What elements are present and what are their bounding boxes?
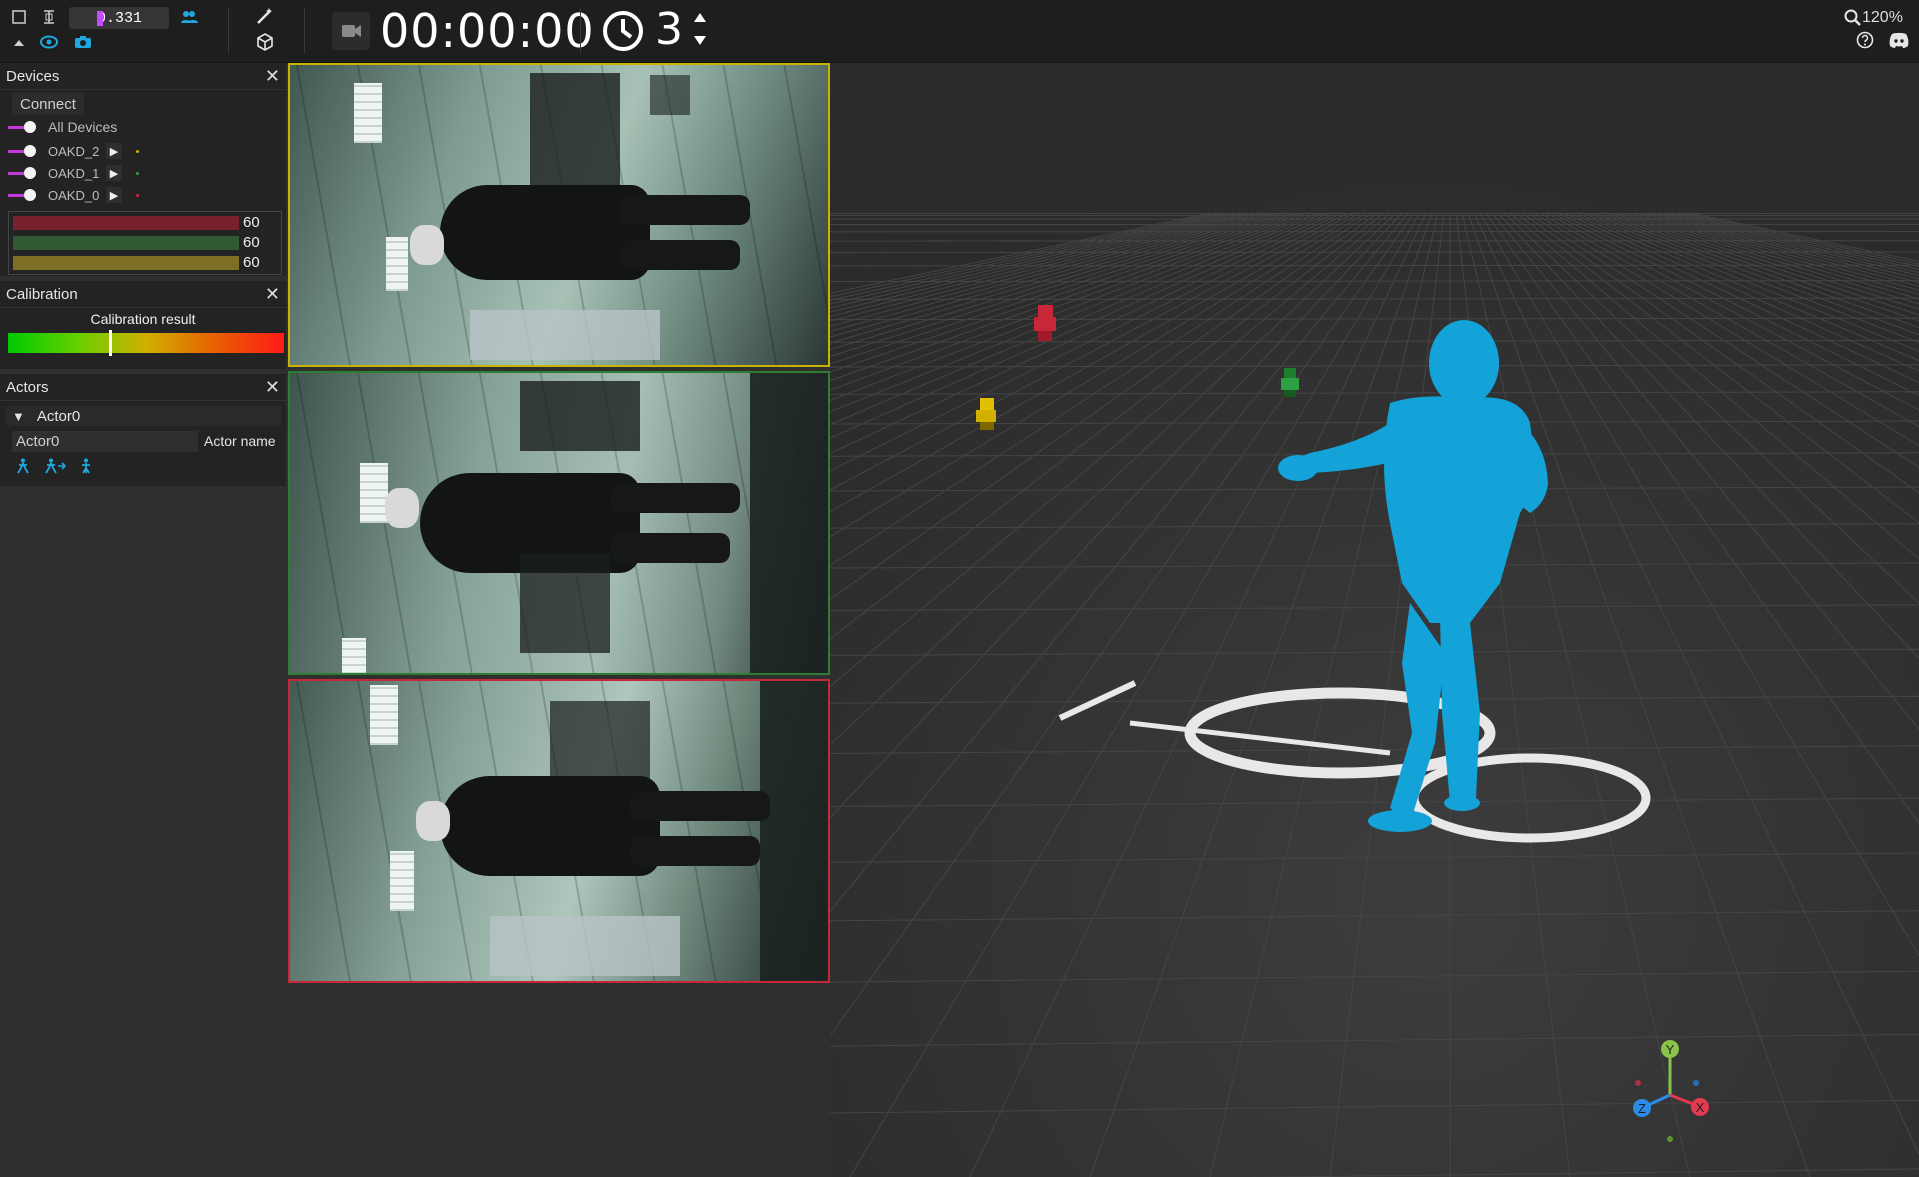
device-name: OAKD_2 <box>48 143 100 159</box>
axis-y-label: Y <box>1666 1042 1675 1057</box>
camera-feed-oakd-0[interactable] <box>288 679 830 983</box>
device-name: OAKD_1 <box>48 165 100 181</box>
devices-panel-header: Devices ✕ <box>0 63 286 90</box>
separator <box>304 8 305 54</box>
standing-person-icon[interactable] <box>80 458 92 478</box>
connect-button[interactable]: Connect <box>12 93 84 115</box>
all-devices-row: All Devices <box>8 117 117 137</box>
separator <box>228 8 229 54</box>
devices-panel: Devices ✕ Connect All Devices OAKD_2 ▶ O… <box>0 63 286 276</box>
actor-name-input[interactable]: Actor0 <box>12 431 198 452</box>
grid-line <box>830 251 1919 253</box>
fps-value: 60 <box>243 214 260 231</box>
recording-timer: 00:00:00 <box>380 4 595 58</box>
top-toolbar: 0.331 00:00:00 3 120% <box>0 0 1919 63</box>
video-camera-icon <box>342 25 361 37</box>
all-devices-label: All Devices <box>48 119 118 135</box>
calibration-panel: Calibration ✕ Calibration result <box>0 281 286 369</box>
fps-bar <box>13 216 239 230</box>
actor-tree-label: Actor0 <box>36 407 81 425</box>
device-toggle[interactable] <box>8 167 38 179</box>
text-cursor <box>97 11 103 26</box>
fps-bar <box>13 236 239 250</box>
calibration-result-marker <box>109 330 113 356</box>
actor-tree-item[interactable]: ▼ Actor0 <box>6 406 282 426</box>
person-move-icon[interactable] <box>44 458 67 478</box>
magic-wand-icon[interactable] <box>256 7 274 25</box>
collapse-arrow-icon[interactable] <box>10 34 28 52</box>
camera-feed-oakd-2[interactable] <box>288 63 830 367</box>
separator <box>580 8 581 54</box>
threshold-value: 0.331 <box>97 9 143 27</box>
threshold-value-field[interactable]: 0.331 <box>69 7 169 29</box>
users-icon[interactable] <box>180 8 198 26</box>
actor-name-label: Actor name <box>204 433 276 449</box>
device-row: OAKD_0 ▶ <box>8 185 139 205</box>
calibration-result-bar <box>8 330 284 356</box>
fps-meters: 60 60 60 <box>8 211 282 275</box>
expand-triangle-icon[interactable]: ▼ <box>12 409 25 424</box>
device-row: OAKD_1 ▶ <box>8 163 139 183</box>
close-icon[interactable]: ✕ <box>265 377 280 398</box>
calibration-panel-header: Calibration ✕ <box>0 281 286 308</box>
camera-feed-oakd-1[interactable] <box>288 371 830 675</box>
camera-icon[interactable] <box>74 33 92 51</box>
fps-bar <box>13 256 239 270</box>
device-name: OAKD_0 <box>48 187 100 203</box>
eye-icon[interactable] <box>40 33 58 51</box>
play-icon[interactable]: ▶ <box>106 165 122 181</box>
actors-panel-header: Actors ✕ <box>0 374 286 401</box>
calibration-result-label: Calibration result <box>90 311 196 327</box>
record-button[interactable] <box>332 12 370 50</box>
zoom-level: 120% <box>1862 9 1903 26</box>
play-icon[interactable]: ▶ <box>106 187 122 203</box>
help-icon[interactable] <box>1856 31 1874 54</box>
device-toggle[interactable] <box>8 145 38 157</box>
device-color-dot <box>136 171 139 175</box>
device-toggle[interactable] <box>8 189 38 201</box>
device-color-dot <box>136 149 139 153</box>
play-icon[interactable]: ▶ <box>106 143 122 159</box>
discord-icon[interactable] <box>1888 31 1910 54</box>
fps-value: 60 <box>243 254 260 271</box>
fps-value: 60 <box>243 234 260 251</box>
panel-title: Calibration <box>6 285 78 303</box>
walking-person-icon[interactable] <box>16 458 30 478</box>
device-color-dot <box>136 193 139 197</box>
decrement-arrow-icon[interactable] <box>693 34 707 52</box>
cube-icon[interactable] <box>256 33 274 51</box>
actors-panel: Actors ✕ ▼ Actor0 Actor0 Actor name <box>0 374 286 486</box>
device-row: OAKD_2 ▶ <box>8 141 139 161</box>
axis-x-label: X <box>1696 1100 1705 1115</box>
axis-z-label: Z <box>1638 1101 1646 1116</box>
select-box-icon[interactable] <box>10 8 28 26</box>
3d-viewport[interactable]: Y X Z <box>830 63 1919 1177</box>
clock-icon <box>601 9 645 58</box>
increment-arrow-icon[interactable] <box>693 10 707 28</box>
countdown-value: 3 <box>655 4 683 55</box>
all-devices-toggle[interactable] <box>8 121 38 133</box>
text-cursor-icon[interactable] <box>40 8 58 26</box>
panel-title: Actors <box>6 378 49 396</box>
scene-canvas[interactable]: Y X Z <box>830 63 1919 1177</box>
zoom-icon[interactable] <box>1844 9 1862 32</box>
close-icon[interactable]: ✕ <box>265 66 280 87</box>
panel-title: Devices <box>6 67 60 85</box>
close-icon[interactable]: ✕ <box>265 284 280 305</box>
